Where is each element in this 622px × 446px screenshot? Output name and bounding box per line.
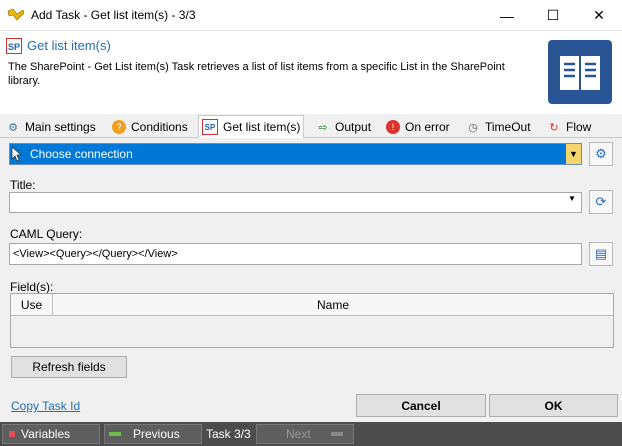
task-title: Get list item(s) bbox=[27, 38, 111, 53]
title-label: Title: bbox=[10, 178, 36, 192]
tab-conditions[interactable]: ? Conditions bbox=[112, 116, 188, 138]
variables-button[interactable]: Variables bbox=[2, 424, 100, 444]
tab-label: Get list item(s) bbox=[223, 120, 301, 134]
minimize-icon: — bbox=[500, 7, 514, 24]
caml-builder-button[interactable]: ▤ bbox=[589, 242, 613, 266]
previous-label: Previous bbox=[133, 427, 180, 441]
sharepoint-icon: SP bbox=[6, 38, 22, 54]
refresh-titles-button[interactable]: ⟳ bbox=[589, 190, 613, 214]
next-arrow-icon bbox=[330, 432, 343, 436]
maximize-button[interactable]: ☐ bbox=[530, 0, 576, 31]
title-dropdown[interactable] bbox=[9, 192, 582, 213]
chevron-down-icon[interactable]: ▼ bbox=[568, 194, 576, 203]
task-description: The SharePoint - Get List item(s) Task r… bbox=[8, 61, 505, 87]
tab-label: Conditions bbox=[131, 120, 188, 134]
close-button[interactable]: ✕ bbox=[576, 0, 622, 31]
tab-label: Main settings bbox=[25, 120, 96, 134]
clock-icon: ◷ bbox=[468, 121, 478, 134]
refresh-fields-button[interactable]: Refresh fields bbox=[11, 356, 127, 378]
output-icon: ⇨ bbox=[318, 121, 328, 134]
column-header-use[interactable]: Use bbox=[11, 294, 53, 316]
tab-main-settings[interactable]: ⚙ Main settings bbox=[6, 116, 96, 138]
previous-button[interactable]: Previous bbox=[104, 424, 202, 444]
column-header-name[interactable]: Name bbox=[53, 294, 613, 316]
caml-query-label: CAML Query: bbox=[10, 227, 83, 241]
book-icon bbox=[548, 40, 612, 104]
close-icon: ✕ bbox=[593, 7, 605, 23]
cancel-button[interactable]: Cancel bbox=[356, 394, 486, 417]
next-button[interactable]: Next bbox=[256, 424, 354, 444]
tab-label: Flow bbox=[566, 120, 592, 134]
chevron-down-icon[interactable]: ▼ bbox=[566, 144, 581, 164]
copy-task-id-link[interactable]: Copy Task Id bbox=[11, 399, 80, 413]
tab-get-list-items[interactable]: SP Get list item(s) bbox=[202, 116, 300, 138]
caml-query-value: <View><Query></Query></View> bbox=[13, 248, 178, 260]
tab-on-error[interactable]: ! On error bbox=[386, 116, 450, 138]
variables-icon bbox=[9, 431, 15, 437]
connection-settings-button[interactable]: ⚙ bbox=[589, 142, 613, 166]
app-logo-icon bbox=[7, 8, 25, 22]
maximize-icon: ☐ bbox=[546, 7, 560, 23]
caml-query-input[interactable]: <View><Query></Query></View> bbox=[9, 243, 582, 265]
query-editor-icon: ▤ bbox=[594, 246, 608, 261]
tab-label: On error bbox=[405, 120, 450, 134]
tab-label: TimeOut bbox=[485, 120, 531, 134]
refresh-icon: ⟳ bbox=[595, 194, 607, 209]
gear-icon: ⚙ bbox=[595, 146, 607, 161]
connection-value: Choose connection bbox=[30, 147, 133, 161]
flow-icon: ↻ bbox=[549, 121, 559, 134]
tab-label: Output bbox=[335, 120, 372, 134]
previous-arrow-icon bbox=[109, 432, 121, 436]
variables-label: Variables bbox=[21, 427, 71, 441]
minimize-button[interactable]: — bbox=[484, 0, 530, 31]
gears-icon: ⚙ bbox=[8, 121, 18, 134]
tab-flow[interactable]: ↻ Flow bbox=[547, 116, 591, 138]
task-counter: Task 3/3 bbox=[206, 427, 251, 441]
error-icon: ! bbox=[386, 120, 400, 134]
ok-button[interactable]: OK bbox=[489, 394, 618, 417]
tab-output[interactable]: ⇨ Output bbox=[316, 116, 371, 138]
next-label: Next bbox=[286, 427, 311, 441]
window-title: Add Task - Get list item(s) - 3/3 bbox=[31, 8, 196, 22]
tab-timeout[interactable]: ◷ TimeOut bbox=[466, 116, 531, 138]
pointer-icon bbox=[11, 146, 25, 162]
svg-text:SP: SP bbox=[8, 42, 20, 52]
fields-label: Field(s): bbox=[10, 280, 54, 294]
conditions-icon: ? bbox=[112, 120, 126, 134]
sharepoint-icon: SP bbox=[202, 119, 218, 135]
